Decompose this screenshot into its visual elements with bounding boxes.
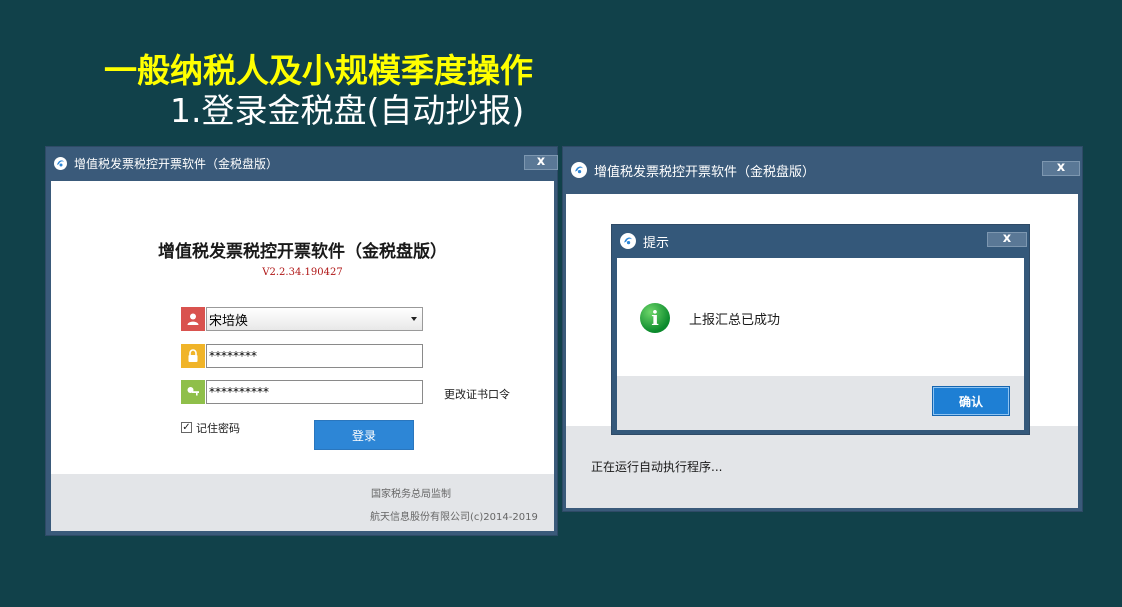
app-logo-icon — [571, 162, 587, 178]
cert-password-field[interactable]: ********** — [206, 380, 423, 404]
remember-password-checkbox[interactable]: ✓ — [181, 422, 192, 433]
app-logo-icon — [620, 233, 636, 249]
dialog-title: 提示 — [643, 235, 670, 251]
login-footer: 国家税务总局监制 航天信息股份有限公司(c)2014-2019 — [51, 474, 554, 531]
dialog-body: i 上报汇总已成功 — [617, 258, 1024, 376]
close-button[interactable]: x — [524, 155, 558, 170]
copyright-text: 航天信息股份有限公司(c)2014-2019 — [370, 512, 538, 523]
login-heading: 增值税发票税控开票软件（金税盘版） — [158, 242, 447, 262]
lock-icon — [181, 344, 205, 368]
login-window: 增值税发票税控开票软件（金税盘版） x 增值税发票税控开票软件（金税盘版） V2… — [45, 146, 558, 536]
remember-password-label: 记住密码 — [196, 422, 240, 435]
info-icon: i — [640, 303, 670, 333]
login-window-titlebar[interactable]: 增值税发票税控开票软件（金税盘版） — [46, 147, 557, 179]
close-button[interactable]: x — [987, 232, 1027, 247]
password-value: ******** — [209, 349, 257, 363]
dialog-footer: 确认 — [617, 376, 1024, 430]
user-select-value: 宋培焕 — [209, 313, 249, 329]
login-button[interactable]: 登录 — [314, 420, 414, 450]
status-text: 正在运行自动执行程序... — [591, 460, 723, 474]
login-client-area: 增值税发票税控开票软件（金税盘版） V2.2.34.190427 宋培焕 ***… — [51, 181, 554, 474]
app-logo-icon — [54, 156, 67, 170]
close-button[interactable]: x — [1042, 161, 1080, 176]
supervisor-text: 国家税务总局监制 — [371, 489, 451, 500]
user-icon — [181, 307, 205, 331]
slide-subtitle: 1.登录金税盘(自动抄报) — [170, 91, 525, 130]
user-select[interactable]: 宋培焕 — [206, 307, 423, 331]
dialog-titlebar[interactable]: 提示 — [612, 225, 1029, 257]
version-label: V2.2.34.190427 — [262, 267, 343, 278]
change-cert-password-link[interactable]: 更改证书口令 — [444, 386, 510, 402]
prompt-dialog: 提示 x i 上报汇总已成功 确认 — [611, 224, 1030, 435]
password-field[interactable]: ******** — [206, 344, 423, 368]
chevron-down-icon[interactable] — [411, 317, 417, 321]
key-icon — [181, 380, 205, 404]
cert-password-value: ********** — [209, 385, 269, 399]
status-window-titlebar[interactable]: 增值税发票税控开票软件（金税盘版） — [563, 147, 1082, 193]
confirm-button[interactable]: 确认 — [932, 386, 1010, 416]
status-window-title: 增值税发票税控开票软件（金税盘版） — [594, 164, 816, 180]
login-window-title: 增值税发票税控开票软件（金税盘版） — [74, 156, 279, 171]
status-footer: 正在运行自动执行程序... — [566, 426, 1078, 508]
dialog-message: 上报汇总已成功 — [689, 313, 781, 328]
